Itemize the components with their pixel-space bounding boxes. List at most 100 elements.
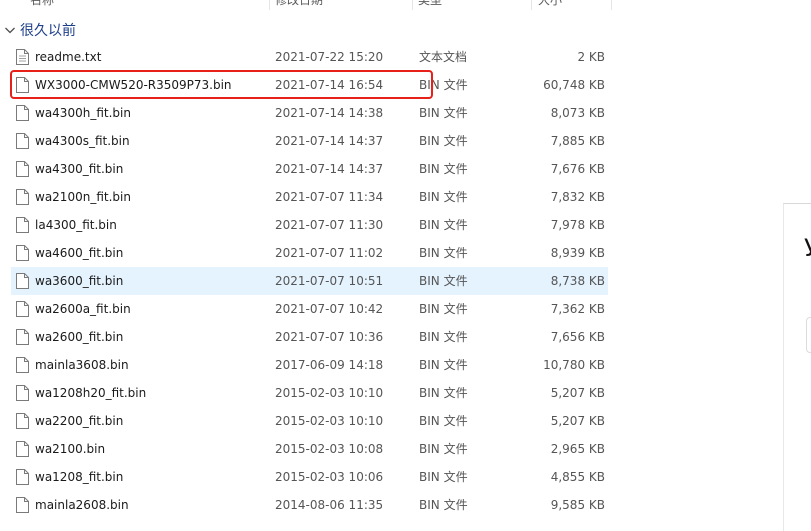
file-date: 2021-07-14 14:38: [275, 106, 384, 120]
file-row[interactable]: wa2100.bin 2015-02-03 10:08 BIN 文件 2,965 KB: [11, 435, 608, 463]
file-row[interactable]: wa2200_fit.bin 2015-02-03 10:10 BIN 文件 5,20…: [11, 407, 608, 435]
file-type: BIN 文件: [419, 442, 468, 456]
file-date: 2021-07-14 14:37: [275, 134, 384, 148]
file-row[interactable]: mainla2608.bin 2014-08-06 11:35 BIN 文件 9,58…: [11, 491, 608, 519]
file-size: 7,656 KB: [550, 330, 605, 344]
file-icon: [16, 105, 29, 121]
file-size: 5,207 KB: [550, 386, 605, 400]
file-icon: [16, 217, 29, 233]
file-name: wa4300_fit.bin: [35, 162, 124, 176]
file-size: 4,855 KB: [550, 470, 605, 484]
column-header-size[interactable]: 大小: [538, 0, 562, 8]
file-row[interactable]: wa1208_fit.bin 2015-02-03 10:06 BIN 文件 4,85…: [11, 463, 608, 491]
details-pane-text: У: [804, 234, 811, 262]
file-icon: [16, 301, 29, 317]
file-name: wa2600_fit.bin: [35, 330, 124, 344]
file-size: 60,748 KB: [543, 78, 605, 92]
file-icon: [16, 469, 29, 485]
file-icon: [16, 161, 29, 177]
text-file-icon: [16, 49, 29, 65]
file-type: 文本文档: [419, 50, 468, 64]
file-size: 7,978 KB: [550, 218, 605, 232]
file-icon: [16, 189, 29, 205]
file-size: 7,362 KB: [550, 302, 605, 316]
file-date: 2014-08-06 11:35: [275, 498, 384, 512]
file-date: 2021-07-07 11:34: [275, 190, 384, 204]
file-date: 2021-07-14 14:37: [275, 162, 384, 176]
file-date: 2021-07-07 11:30: [275, 218, 384, 232]
file-type: BIN 文件: [419, 134, 468, 148]
file-icon: [16, 273, 29, 289]
file-size: 2,965 KB: [550, 442, 605, 456]
file-name: wa1208h20_fit.bin: [35, 386, 147, 400]
column-divider[interactable]: [611, 0, 612, 10]
file-row[interactable]: wa2100n_fit.bin 2021-07-07 11:34 BIN 文件 7,8…: [11, 183, 608, 211]
file-row[interactable]: readme.txt 2021-07-22 15:20 文本文档 2 KB: [11, 43, 608, 71]
file-row[interactable]: wa4600_fit.bin 2021-07-07 11:02 BIN 文件 8,93…: [11, 239, 608, 267]
file-name: wa2100n_fit.bin: [35, 190, 131, 204]
file-size: 2 KB: [577, 50, 605, 64]
group-header[interactable]: 很久以前: [0, 19, 300, 41]
file-date: 2021-07-07 11:02: [275, 246, 384, 260]
file-type: BIN 文件: [419, 162, 468, 176]
file-size: 7,832 KB: [550, 190, 605, 204]
file-row[interactable]: wa2600_fit.bin 2021-07-07 10:36 BIN 文件 7,65…: [11, 323, 608, 351]
file-name: wa2100.bin: [35, 442, 106, 456]
chevron-down-icon[interactable]: [2, 22, 18, 38]
file-date: 2015-02-03 10:06: [275, 470, 384, 484]
file-row[interactable]: wa1208h20_fit.bin 2015-02-03 10:10 BIN 文件 5…: [11, 379, 608, 407]
column-divider[interactable]: [269, 0, 270, 10]
column-divider[interactable]: [412, 0, 413, 10]
file-row[interactable]: wa4300h_fit.bin 2021-07-14 14:38 BIN 文件 8,0…: [11, 99, 608, 127]
file-type: BIN 文件: [419, 330, 468, 344]
column-header-date[interactable]: 修改日期: [275, 0, 323, 8]
file-icon: [16, 245, 29, 261]
file-size: 5,207 KB: [550, 414, 605, 428]
file-date: 2021-07-07 10:51: [275, 274, 384, 288]
file-date: 2021-07-22 15:20: [275, 50, 384, 64]
file-date: 2021-07-14 16:54: [275, 78, 384, 92]
file-row[interactable]: mainla3608.bin 2017-06-09 14:18 BIN 文件 10,7…: [11, 351, 608, 379]
file-size: 7,885 KB: [550, 134, 605, 148]
file-date: 2021-07-07 10:36: [275, 330, 384, 344]
file-name: wa2600a_fit.bin: [35, 302, 131, 316]
file-icon: [16, 77, 29, 93]
file-row[interactable]: la4300_fit.bin 2021-07-07 11:30 BIN 文件 7,97…: [11, 211, 608, 239]
file-icon: [16, 441, 29, 457]
file-type: BIN 文件: [419, 190, 468, 204]
file-row[interactable]: wa4300_fit.bin 2021-07-14 14:37 BIN 文件 7,67…: [11, 155, 608, 183]
file-row[interactable]: WX3000-CMW520-R3509P73.bin 2021-07-14 16:…: [11, 71, 608, 99]
details-pane-box[interactable]: [806, 317, 811, 353]
file-row[interactable]: wa3600_fit.bin 2021-07-07 10:51 BIN 文件 8,73…: [11, 267, 608, 295]
file-type: BIN 文件: [419, 78, 468, 92]
file-type: BIN 文件: [419, 218, 468, 232]
file-date: 2015-02-03 10:08: [275, 442, 384, 456]
column-header-name[interactable]: 名称: [30, 0, 54, 8]
group-header-label: 很久以前: [20, 23, 76, 39]
file-name: mainla3608.bin: [35, 358, 129, 372]
file-name: WX3000-CMW520-R3509P73.bin: [35, 78, 232, 92]
file-name: wa4300s_fit.bin: [35, 134, 130, 148]
file-type: BIN 文件: [419, 246, 468, 260]
file-date: 2017-06-09 14:18: [275, 358, 384, 372]
file-name: wa2200_fit.bin: [35, 414, 124, 428]
file-type: BIN 文件: [419, 414, 468, 428]
file-type: BIN 文件: [419, 386, 468, 400]
file-icon: [16, 497, 29, 513]
column-header-type[interactable]: 类型: [418, 0, 442, 8]
file-icon: [16, 133, 29, 149]
file-name: wa4300h_fit.bin: [35, 106, 131, 120]
file-size: 8,939 KB: [550, 246, 605, 260]
file-type: BIN 文件: [419, 274, 468, 288]
file-name: wa3600_fit.bin: [35, 274, 124, 288]
file-type: BIN 文件: [419, 358, 468, 372]
file-row[interactable]: wa4300s_fit.bin 2021-07-14 14:37 BIN 文件 7,8…: [11, 127, 608, 155]
file-type: BIN 文件: [419, 470, 468, 484]
file-name: wa1208_fit.bin: [35, 470, 124, 484]
file-name: la4300_fit.bin: [35, 218, 117, 232]
file-name: mainla2608.bin: [35, 498, 129, 512]
file-name: readme.txt: [35, 50, 102, 64]
file-size: 9,585 KB: [550, 498, 605, 512]
file-row[interactable]: wa2600a_fit.bin 2021-07-07 10:42 BIN 文件 7,3…: [11, 295, 608, 323]
column-divider[interactable]: [531, 0, 532, 10]
